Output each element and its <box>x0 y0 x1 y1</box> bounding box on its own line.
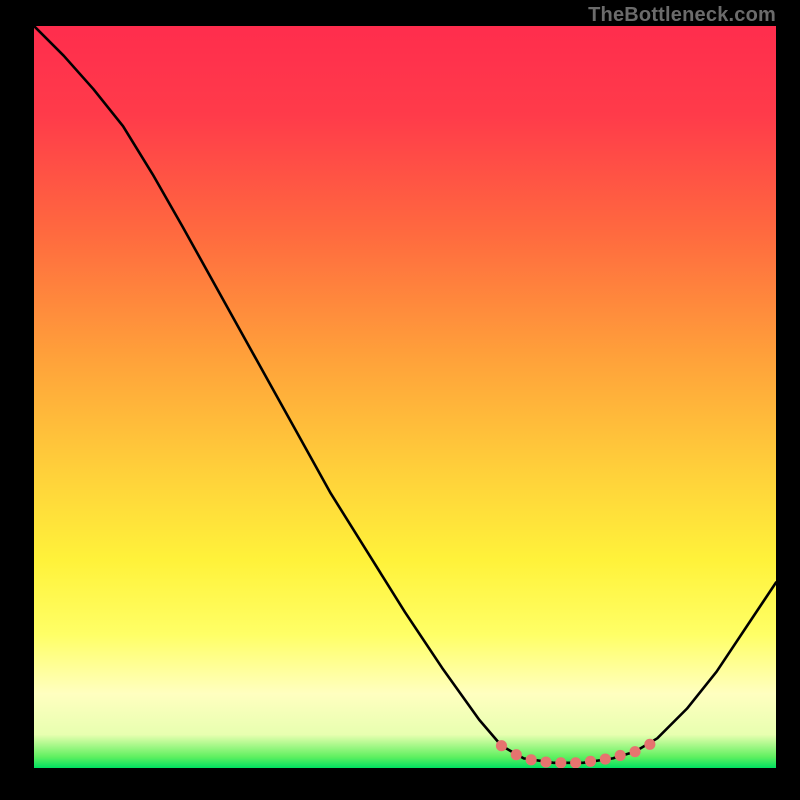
optimal-marker <box>555 757 566 768</box>
curve-line <box>34 26 776 763</box>
optimal-marker <box>629 746 640 757</box>
optimal-marker <box>511 749 522 760</box>
optimal-marker <box>526 754 537 765</box>
watermark-text: TheBottleneck.com <box>588 4 776 27</box>
optimal-marker <box>600 754 611 765</box>
optimal-marker <box>540 756 551 767</box>
plot-area <box>34 26 776 768</box>
chart-container: TheBottleneck.com <box>0 0 800 800</box>
optimal-marker <box>615 750 626 761</box>
bottleneck-curve <box>34 26 776 768</box>
optimal-marker <box>585 756 596 767</box>
optimal-marker <box>570 757 581 768</box>
optimal-range-markers <box>496 739 656 768</box>
optimal-marker <box>496 740 507 751</box>
optimal-marker <box>644 739 655 750</box>
